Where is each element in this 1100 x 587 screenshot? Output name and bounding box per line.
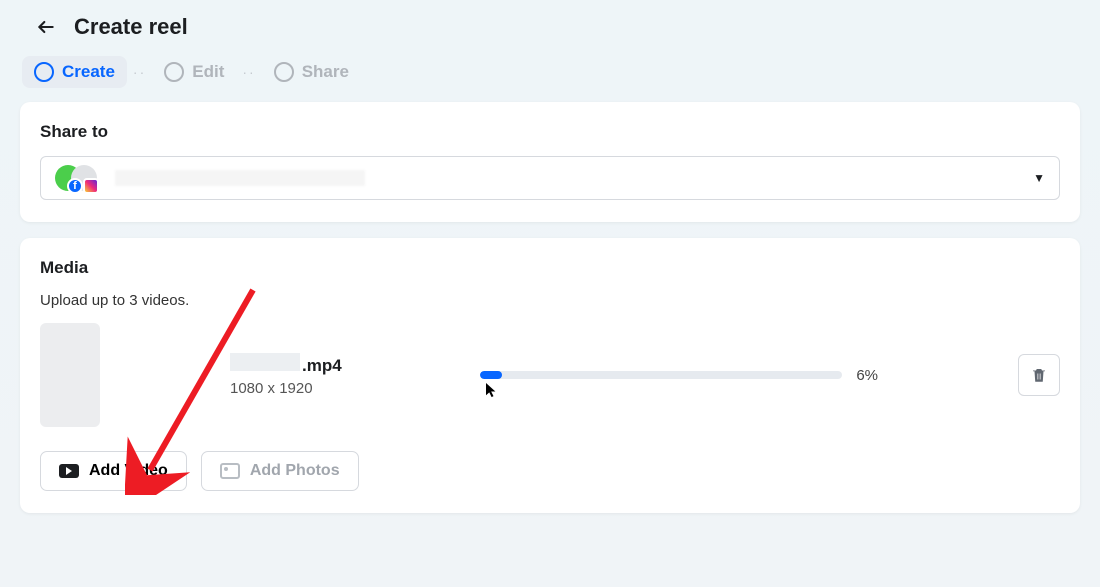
upload-progress-percent: 6% (856, 367, 878, 384)
add-video-button[interactable]: Add Video (40, 451, 187, 491)
step-label: Create (62, 62, 115, 82)
step-circle-icon (274, 62, 294, 82)
file-info: .mp4 1080 x 1920 (230, 353, 420, 397)
instagram-badge-icon (83, 178, 99, 194)
step-label: Edit (192, 62, 224, 82)
trash-icon (1030, 366, 1048, 384)
add-video-label: Add Video (89, 462, 168, 480)
step-circle-icon (164, 62, 184, 82)
step-separator: ·· (133, 64, 146, 80)
share-title: Share to (40, 122, 1060, 142)
account-name-redacted (115, 170, 365, 186)
caret-down-icon: ▼ (1033, 171, 1045, 185)
step-circle-icon (34, 62, 54, 82)
file-extension: .mp4 (302, 356, 342, 376)
step-share[interactable]: Share (262, 56, 361, 88)
delete-video-button[interactable] (1018, 354, 1060, 396)
file-dimensions: 1080 x 1920 (230, 380, 420, 397)
step-label: Share (302, 62, 349, 82)
back-arrow-icon[interactable] (36, 17, 56, 37)
step-edit[interactable]: Edit (152, 56, 236, 88)
cursor-pointer-icon (486, 383, 501, 398)
media-title: Media (40, 258, 1060, 278)
share-account-select[interactable]: f ▼ (40, 156, 1060, 200)
add-photos-button[interactable]: Add Photos (201, 451, 359, 491)
share-card: Share to f ▼ (20, 102, 1080, 222)
upload-progress-bar (480, 371, 842, 379)
add-photos-label: Add Photos (250, 462, 340, 480)
photo-icon (220, 463, 240, 479)
media-card: Media Upload up to 3 videos. .mp4 1080 x… (20, 238, 1080, 513)
video-thumbnail[interactable] (40, 323, 100, 427)
steps-nav: Create ·· Edit ·· Share (0, 50, 1100, 102)
video-icon (59, 464, 79, 478)
step-separator: ·· (242, 64, 255, 80)
step-create[interactable]: Create (22, 56, 127, 88)
avatar-stack: f (55, 164, 103, 192)
file-name-redacted (230, 353, 300, 371)
page-title: Create reel (74, 14, 188, 40)
upload-progress-fill (480, 371, 502, 379)
media-subtitle: Upload up to 3 videos. (40, 292, 1060, 309)
facebook-badge-icon: f (67, 178, 83, 194)
